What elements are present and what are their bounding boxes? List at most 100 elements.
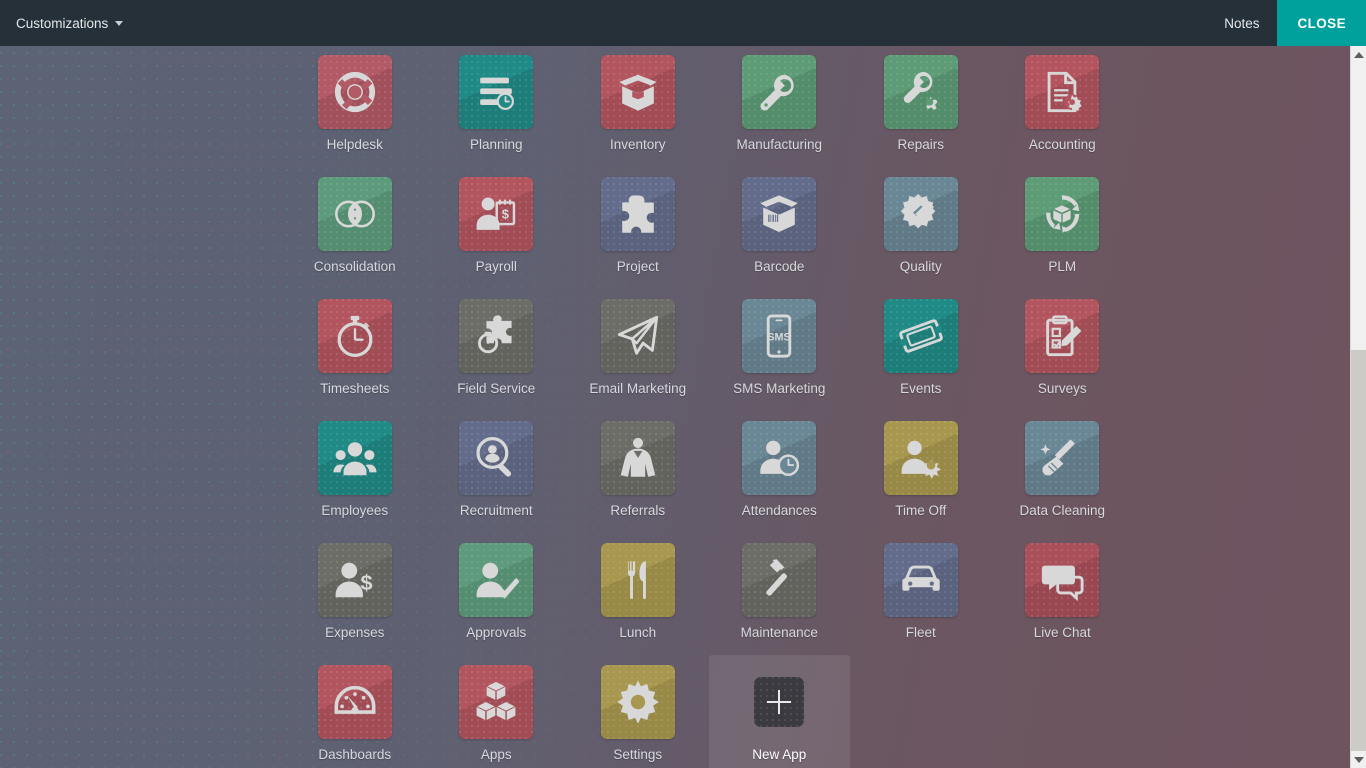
clipboard-pencil-icon — [1025, 299, 1100, 373]
lifebuoy-icon — [317, 55, 392, 129]
badge-pencil-icon — [883, 177, 958, 251]
puzzle-piece-icon — [600, 177, 675, 251]
app-tile-label: Surveys — [1037, 381, 1087, 396]
barcode-box-icon — [742, 177, 817, 251]
vertical-scrollbar[interactable] — [1350, 46, 1366, 768]
app-tile-email-marketing[interactable]: Email Marketing — [567, 289, 709, 411]
app-tile-planning[interactable]: Planning — [426, 46, 568, 167]
gauge-icon — [317, 665, 392, 739]
gear-icon — [600, 665, 675, 739]
app-tile-project[interactable]: Project — [567, 167, 709, 289]
person-money-icon: $ — [459, 177, 534, 251]
plus-icon — [754, 677, 805, 727]
top-navigation-bar: Customizations Notes CLOSE — [0, 0, 1366, 46]
scroll-up-arrow-icon[interactable] — [1351, 46, 1366, 63]
cubes-icon — [459, 665, 534, 739]
app-tile-time-off[interactable]: Time Off — [850, 411, 992, 533]
new-app-tile[interactable]: New App — [708, 655, 850, 768]
app-tile-manufacturing[interactable]: Manufacturing — [709, 46, 851, 167]
app-tile-barcode[interactable]: Barcode — [709, 167, 851, 289]
app-tile-label: Repairs — [897, 137, 945, 152]
app-tile-label: Employees — [321, 503, 389, 518]
app-tile-label: Timesheets — [320, 381, 390, 396]
app-tile-label: Consolidation — [313, 259, 396, 274]
people-group-icon — [317, 421, 392, 495]
scrollbar-thumb[interactable] — [1351, 350, 1366, 751]
person-clock-icon — [742, 421, 817, 495]
car-icon — [883, 543, 958, 617]
app-tile-live-chat[interactable]: Live Chat — [992, 533, 1134, 655]
app-tile-label: SMS Marketing — [733, 381, 826, 396]
app-tile-label: Events — [900, 381, 942, 396]
new-app-icon-wrap — [742, 665, 816, 739]
app-tile-fleet[interactable]: Fleet — [850, 533, 992, 655]
app-tile-employees[interactable]: Employees — [284, 411, 426, 533]
topbar-right-section: Notes CLOSE — [1206, 0, 1366, 46]
apps-menu-screen: Customizations Notes CLOSE Helpdesk Plann… — [0, 0, 1366, 768]
app-tile-label: Maintenance — [740, 625, 818, 640]
app-tile-data-cleaning[interactable]: Data Cleaning — [992, 411, 1134, 533]
chat-bubbles-icon — [1025, 543, 1100, 617]
venn-circles-icon — [317, 177, 392, 251]
app-tile-lunch[interactable]: Lunch — [567, 533, 709, 655]
app-tile-field-service[interactable]: Field Service — [426, 289, 568, 411]
app-tile-repairs[interactable]: Repairs — [850, 46, 992, 167]
app-tile-label: Time Off — [895, 503, 947, 518]
notes-button[interactable]: Notes — [1206, 0, 1277, 46]
app-tile-inventory[interactable]: Inventory — [567, 46, 709, 167]
superhero-cape-icon — [600, 421, 675, 495]
puzzle-timer-icon — [459, 299, 534, 373]
app-tile-label: Helpdesk — [326, 137, 383, 152]
app-tile-label: Planning — [469, 137, 523, 152]
customizations-menu-button[interactable]: Customizations — [10, 10, 129, 37]
app-tile-settings[interactable]: Settings — [567, 655, 709, 768]
planning-bars-icon — [459, 55, 534, 129]
app-tile-label: Field Service — [457, 381, 536, 396]
app-tile-maintenance[interactable]: Maintenance — [709, 533, 851, 655]
svg-text:$: $ — [502, 206, 509, 221]
magnifier-person-icon — [459, 421, 534, 495]
document-gear-icon — [1025, 55, 1100, 129]
app-tile-payroll[interactable]: $ Payroll — [426, 167, 568, 289]
app-tile-sms-marketing[interactable]: SMS SMS Marketing — [709, 289, 851, 411]
app-tile-label: PLM — [1048, 259, 1077, 274]
app-tile-label: Inventory — [609, 137, 666, 152]
app-tile-recruitment[interactable]: Recruitment — [426, 411, 568, 533]
app-tile-attendances[interactable]: Attendances — [709, 411, 851, 533]
app-tile-surveys[interactable]: Surveys — [992, 289, 1134, 411]
cycle-box-icon — [1025, 177, 1100, 251]
ticket-icon — [883, 299, 958, 373]
stopwatch-icon — [317, 299, 392, 373]
app-tile-referrals[interactable]: Referrals — [567, 411, 709, 533]
app-tile-helpdesk[interactable]: Helpdesk — [284, 46, 426, 167]
scroll-down-arrow-icon[interactable] — [1351, 751, 1366, 768]
app-tile-quality[interactable]: Quality — [850, 167, 992, 289]
app-tile-label: Data Cleaning — [1019, 503, 1106, 518]
apps-grid: Helpdesk Planning Inventory Manufacturing Re… — [284, 46, 1105, 768]
topbar-left-section: Customizations — [0, 0, 129, 46]
app-tile-apps[interactable]: Apps — [426, 655, 568, 768]
wrench-gear-icon — [883, 55, 958, 129]
wrench-icon — [742, 55, 817, 129]
app-tile-timesheets[interactable]: Timesheets — [284, 289, 426, 411]
app-tile-consolidation[interactable]: Consolidation — [284, 167, 426, 289]
app-tile-dashboards[interactable]: Dashboards — [284, 655, 426, 768]
svg-text:$: $ — [360, 570, 372, 595]
app-tile-plm[interactable]: PLM — [992, 167, 1134, 289]
app-tile-label: Quality — [899, 259, 942, 274]
app-tile-label: Referrals — [610, 503, 666, 518]
person-dollar-icon: $ — [317, 543, 392, 617]
app-tile-accounting[interactable]: Accounting — [992, 46, 1134, 167]
app-tile-label: Expenses — [325, 625, 385, 640]
app-tile-approvals[interactable]: Approvals — [426, 533, 568, 655]
app-tile-label: Recruitment — [459, 503, 533, 518]
app-tile-expenses[interactable]: $ Expenses — [284, 533, 426, 655]
app-tile-events[interactable]: Events — [850, 289, 992, 411]
customizations-menu-label: Customizations — [16, 15, 109, 31]
apps-scroll-viewport: Helpdesk Planning Inventory Manufacturing Re… — [0, 46, 1350, 768]
paper-plane-icon — [600, 299, 675, 373]
new-app-label: New App — [752, 747, 807, 762]
close-button[interactable]: CLOSE — [1277, 0, 1366, 46]
app-tile-label: Manufacturing — [736, 137, 823, 152]
